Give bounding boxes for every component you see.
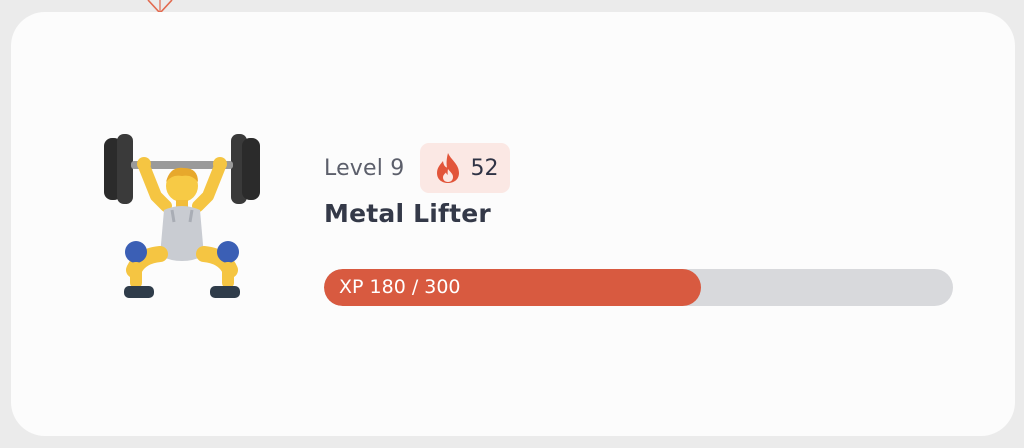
streak-count: 52 [470,155,499,181]
level-row: Level 9 52 [324,143,511,193]
weightlifter-icon [104,134,260,298]
rank-title: Metal Lifter [324,199,491,228]
flame-icon [437,153,460,183]
xp-progress-label: XP 180 / 300 [339,276,461,298]
level-label: Level 9 [324,155,405,181]
xp-progress-bar: XP 180 / 300 [324,269,953,306]
streak-badge: 52 [420,143,511,193]
